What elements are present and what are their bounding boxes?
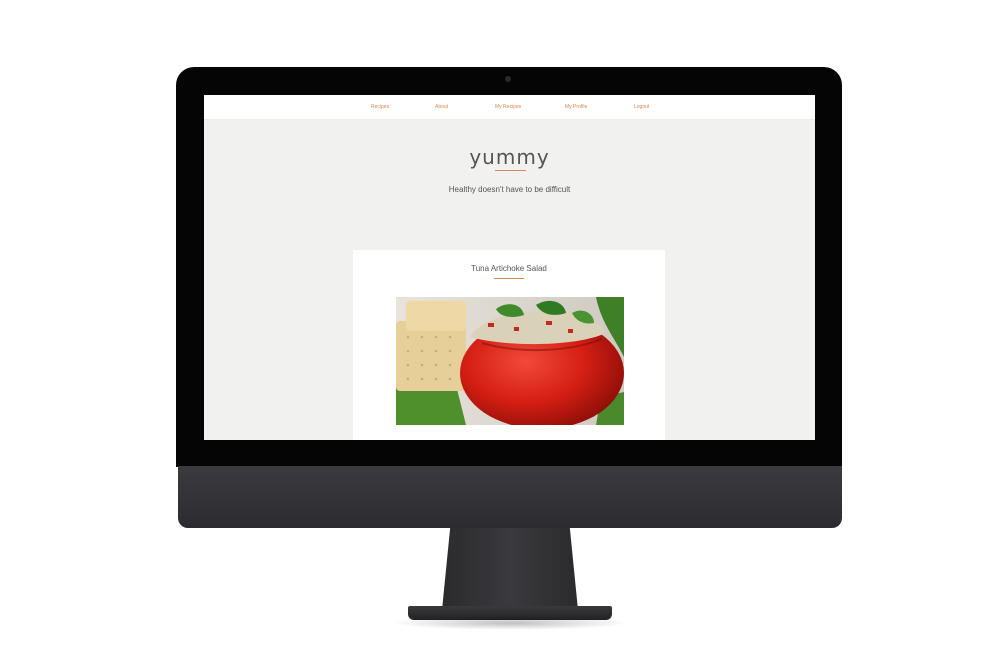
screen: Recipes About My Recipes My Profile Logo…	[204, 95, 815, 440]
logo-divider	[495, 170, 526, 171]
nav-item-recipes[interactable]: Recipes	[371, 104, 389, 110]
nav-item-my-profile[interactable]: My Profile	[565, 104, 587, 110]
site-logo[interactable]: yummy	[204, 145, 815, 169]
recipe-title[interactable]: Tuna Artichoke Salad	[353, 264, 665, 273]
top-nav: Recipes About My Recipes My Profile Logo…	[204, 95, 815, 120]
monitor-chin	[178, 466, 842, 528]
nav-item-logout[interactable]: Logout	[634, 104, 649, 110]
nav-item-about[interactable]: About	[435, 104, 448, 110]
recipe-title-divider	[494, 278, 524, 279]
site-tagline: Healthy doesn't have to be difficult	[448, 185, 571, 194]
camera-icon	[505, 76, 511, 82]
stuffed-tomato-photo-icon	[396, 297, 624, 425]
monitor-stand	[442, 528, 578, 610]
monitor-shadow	[390, 616, 630, 630]
nav-item-my-recipes[interactable]: My Recipes	[495, 104, 521, 110]
recipe-card[interactable]: Tuna Artichoke Salad	[353, 250, 665, 440]
recipe-photo[interactable]	[396, 297, 624, 425]
